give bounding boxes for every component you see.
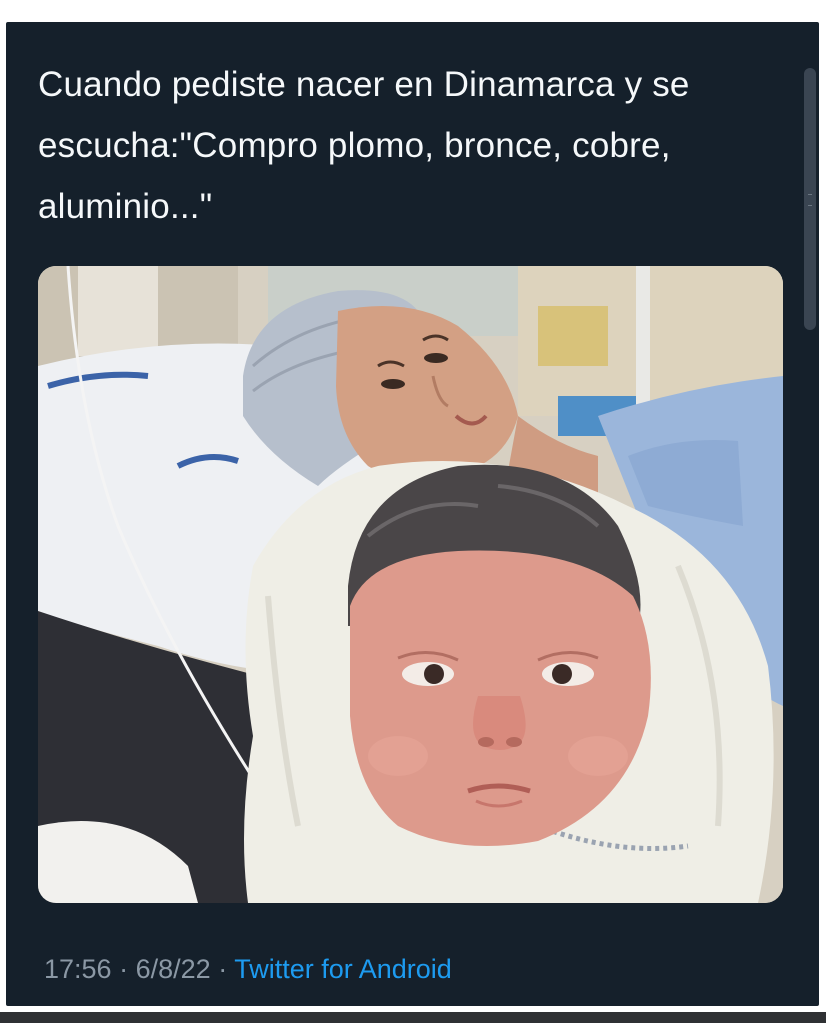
tweet-date: 6/8/22 (135, 954, 211, 984)
scrollbar-grip-icon (808, 194, 812, 206)
tweet-time: 17:56 (44, 954, 112, 984)
scrollbar[interactable] (804, 68, 816, 330)
tweet-text: Cuando pediste nacer en Dinamarca y se e… (38, 65, 690, 226)
tweet-meta: 17:56 · 6/8/22 · Twitter for Android (44, 954, 452, 985)
meta-separator: · (218, 954, 228, 984)
screenshot-frame: Cuando pediste nacer en Dinamarca y se e… (0, 0, 826, 1023)
photo-newborn-and-mother (38, 266, 783, 903)
tweet-photo[interactable] (38, 266, 783, 903)
tweet-card: Cuando pediste nacer en Dinamarca y se e… (6, 22, 819, 1006)
meta-separator: · (119, 954, 129, 984)
bottom-bar (0, 1012, 826, 1023)
tweet-source-link[interactable]: Twitter for Android (234, 954, 452, 984)
